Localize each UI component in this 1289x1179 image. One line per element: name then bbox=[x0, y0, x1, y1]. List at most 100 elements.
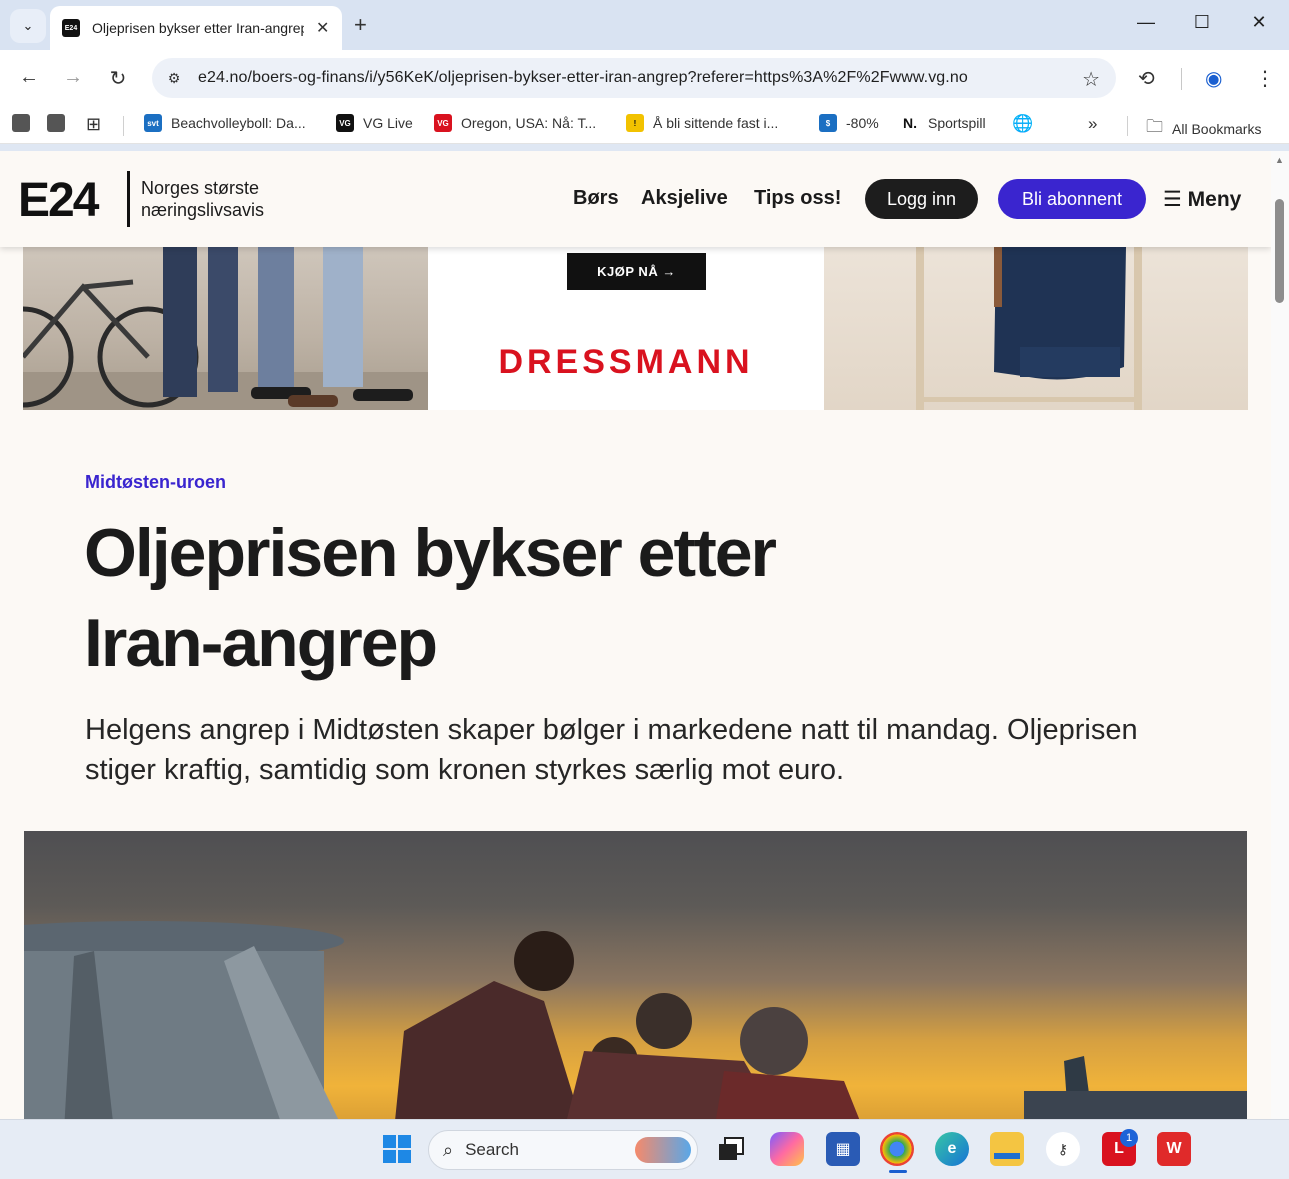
norsk-tipping-icon: N. bbox=[901, 114, 919, 132]
notification-badge: 1 bbox=[1120, 1129, 1138, 1147]
tab-title: Oljeprisen bykser etter Iran-angrep bbox=[92, 20, 304, 36]
article-kicker[interactable]: Midtøsten-uroen bbox=[85, 472, 226, 493]
maximize-button[interactable]: ☐ bbox=[1187, 12, 1217, 33]
e24-logo[interactable]: E24 bbox=[18, 173, 99, 228]
menu-button[interactable]: ☰ Meny bbox=[1163, 187, 1241, 212]
browser-toolbar: ← → ↻ ⚙ e24.no/boers-og-finans/i/y56KeK/… bbox=[0, 50, 1289, 106]
page-viewport: E24 Norges største næringslivsavis Børs … bbox=[0, 151, 1271, 1119]
vg-icon: VG bbox=[434, 114, 452, 132]
chrome-icon[interactable] bbox=[880, 1132, 914, 1166]
headline-line2: Iran-angrep bbox=[84, 605, 438, 681]
ad-photo-left bbox=[23, 247, 428, 410]
carrier-deck-illustration bbox=[24, 921, 1247, 1119]
bookmark-star-icon[interactable]: ☆ bbox=[1082, 67, 1100, 92]
ad-banner[interactable]: KJØP NÅ → DRESSMANN bbox=[23, 247, 1248, 410]
wps-office-icon[interactable]: W bbox=[1157, 1132, 1191, 1166]
site-settings-icon[interactable]: ⚙ bbox=[164, 68, 184, 88]
folder-icon: 🗀 bbox=[1146, 117, 1163, 136]
site-tagline: Norges største næringslivsavis bbox=[141, 177, 264, 221]
bookmark-label: Beachvolleyboll: Da... bbox=[171, 115, 306, 131]
nav-link-tips[interactable]: Tips oss! bbox=[754, 187, 841, 210]
edge-icon[interactable]: e bbox=[935, 1132, 969, 1166]
tab-favicon: E24 bbox=[62, 19, 80, 37]
reload-button[interactable]: ↻ bbox=[106, 66, 130, 91]
active-app-indicator bbox=[889, 1170, 907, 1173]
file-explorer-icon[interactable] bbox=[990, 1132, 1024, 1166]
globe-icon[interactable]: 🌐 bbox=[1012, 114, 1033, 134]
bookmarks-bar: ⊞ svt Beachvolleyboll: Da... VG VG Live … bbox=[0, 106, 1289, 144]
history-icon[interactable]: ⟲ bbox=[1138, 66, 1155, 91]
jeans-illustration bbox=[916, 247, 1142, 410]
nav-link-bors[interactable]: Børs bbox=[573, 187, 619, 210]
bicycle-illustration bbox=[23, 247, 428, 410]
bookmark-item[interactable]: ! Å bli sittende fast i... bbox=[626, 114, 778, 132]
search-highlight-icon bbox=[635, 1137, 691, 1163]
taskbar-search[interactable]: ⌕ Search bbox=[428, 1130, 698, 1170]
bookmark-divider bbox=[1127, 116, 1128, 136]
subscribe-button[interactable]: Bli abonnent bbox=[998, 179, 1146, 219]
key-app-icon[interactable]: ⚷ bbox=[1046, 1132, 1080, 1166]
ad-brand-logo: DRESSMANN bbox=[498, 343, 754, 381]
bookmark-label: Å bli sittende fast i... bbox=[653, 115, 779, 131]
tagline-line2: næringslivsavis bbox=[141, 200, 265, 220]
back-button[interactable]: ← bbox=[17, 66, 41, 89]
more-bookmarks-icon[interactable]: » bbox=[1088, 114, 1097, 134]
app-icon bbox=[12, 114, 30, 132]
search-icon: ⌕ bbox=[443, 1139, 454, 1160]
article-hero-image bbox=[24, 831, 1247, 1119]
app-icon bbox=[47, 114, 65, 132]
bookmark-label: VG Live bbox=[363, 115, 413, 131]
page-scrollbar[interactable]: ▲ bbox=[1271, 151, 1289, 1119]
bookmark-label: Oregon, USA: Nå: T... bbox=[461, 115, 597, 131]
windows-taskbar: ⌕ Search ▦ e ⚷ L 1 W bbox=[0, 1119, 1289, 1179]
apps-grid-icon[interactable]: ⊞ bbox=[86, 114, 101, 135]
site-header: E24 Norges største næringslivsavis Børs … bbox=[0, 151, 1271, 247]
chevron-down-icon: ⌄ bbox=[22, 18, 34, 33]
tab-strip: ⌄ E24 Oljeprisen bykser etter Iran-angre… bbox=[0, 0, 1289, 50]
bookmark-item[interactable]: N. Sportspill bbox=[901, 114, 986, 132]
new-tab-button[interactable]: + bbox=[354, 12, 367, 38]
article-headline: Oljeprisen bykser etter Iran-angrep bbox=[84, 508, 1084, 688]
login-button[interactable]: Logg inn bbox=[865, 179, 978, 219]
bookmark-divider bbox=[123, 116, 124, 136]
logo-divider bbox=[127, 171, 130, 227]
ad-photo-right bbox=[824, 247, 1248, 410]
active-tab[interactable]: E24 Oljeprisen bykser etter Iran-angrep … bbox=[50, 6, 342, 50]
vg-live-icon: VG bbox=[336, 114, 354, 132]
price-tag-icon: $ bbox=[819, 114, 837, 132]
bookmark-item[interactable]: VG VG Live bbox=[336, 114, 413, 132]
forward-button[interactable]: → bbox=[61, 66, 85, 89]
search-label: Search bbox=[465, 1140, 519, 1159]
ad-center: KJØP NÅ → DRESSMANN bbox=[428, 247, 824, 410]
bookmark-label: -80% bbox=[846, 115, 879, 131]
toolbar-divider bbox=[1181, 68, 1182, 90]
tab-search-button[interactable]: ⌄ bbox=[10, 9, 46, 43]
bookmark-item[interactable]: VG Oregon, USA: Nå: T... bbox=[434, 114, 596, 132]
bookmark-app-2[interactable] bbox=[47, 114, 74, 132]
store-icon[interactable]: ▦ bbox=[826, 1132, 860, 1166]
ad-buy-button[interactable]: KJØP NÅ → bbox=[567, 253, 706, 290]
all-bookmarks-label: All Bookmarks bbox=[1172, 120, 1262, 137]
more-menu-icon[interactable]: ⋮ bbox=[1255, 66, 1275, 91]
warning-icon: ! bbox=[626, 114, 644, 132]
minimize-button[interactable]: — bbox=[1131, 12, 1161, 33]
headline-line1: Oljeprisen bykser etter bbox=[84, 515, 777, 591]
nav-link-aksjelive[interactable]: Aksjelive bbox=[641, 187, 728, 210]
bookmark-app-1[interactable] bbox=[12, 114, 39, 132]
close-window-button[interactable]: ✕ bbox=[1244, 12, 1274, 33]
profile-icon[interactable]: ◉ bbox=[1205, 66, 1222, 91]
all-bookmarks-button[interactable]: 🗀 All Bookmarks bbox=[1146, 114, 1261, 143]
bookmark-item[interactable]: $ -80% bbox=[819, 114, 879, 132]
svt-icon: svt bbox=[144, 114, 162, 132]
windows-start-icon[interactable] bbox=[380, 1132, 414, 1166]
url-text[interactable]: e24.no/boers-og-finans/i/y56KeK/oljepris… bbox=[198, 69, 1058, 87]
article-lead: Helgens angrep i Midtøsten skaper bølger… bbox=[85, 714, 1138, 786]
task-view-icon[interactable] bbox=[714, 1132, 748, 1166]
scroll-up-arrow-icon[interactable]: ▲ bbox=[1275, 155, 1284, 165]
bookmark-item[interactable]: svt Beachvolleyboll: Da... bbox=[144, 114, 306, 132]
close-tab-icon[interactable]: ✕ bbox=[316, 18, 329, 38]
bookmark-label: Sportspill bbox=[928, 115, 986, 131]
copilot-icon[interactable] bbox=[770, 1132, 804, 1166]
scroll-thumb[interactable] bbox=[1275, 199, 1284, 303]
address-bar[interactable]: ⚙ e24.no/boers-og-finans/i/y56KeK/oljepr… bbox=[152, 58, 1116, 98]
